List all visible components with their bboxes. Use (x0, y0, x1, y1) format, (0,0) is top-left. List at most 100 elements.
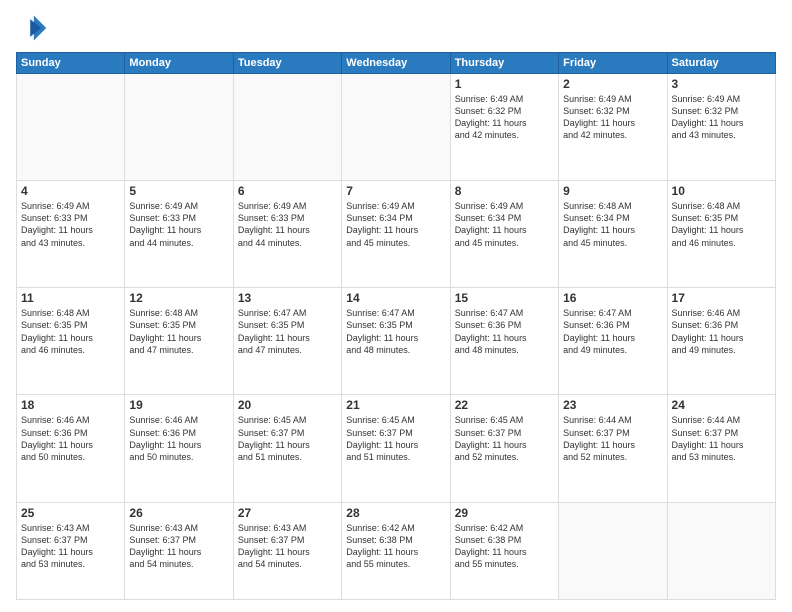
day-info: Sunrise: 6:45 AM Sunset: 6:37 PM Dayligh… (455, 414, 554, 463)
day-info: Sunrise: 6:48 AM Sunset: 6:34 PM Dayligh… (563, 200, 662, 249)
calendar-cell: 6Sunrise: 6:49 AM Sunset: 6:33 PM Daylig… (233, 181, 341, 288)
calendar-cell: 17 Sunrise: 6:46 AM Sunset: 6:36 PM Dayli… (667, 288, 775, 395)
logo (16, 12, 52, 44)
day-info: Sunrise: 6:47 AM Sunset: 6:35 PM Dayligh… (346, 307, 445, 356)
calendar-cell: 28 Sunrise: 6:42 AM Sunset: 6:38 PM Dayli… (342, 502, 450, 599)
calendar-cell: 18Sunrise: 6:46 AM Sunset: 6:36 PM Dayli… (17, 395, 125, 502)
day-number: 22 (455, 398, 554, 412)
day-info: Sunrise: 6:46 AM Sunset: 6:36 PM Dayligh… (129, 414, 228, 463)
day-number: 23 (563, 398, 662, 412)
day-number: 18 (21, 398, 120, 412)
calendar-cell: 3Sunrise: 6:49 AM Sunset: 6:32 PM Daylig… (667, 74, 775, 181)
day-number: 26 (129, 506, 228, 520)
day-number: 20 (238, 398, 337, 412)
calendar-week-row: 25 Sunrise: 6:43 AM Sunset: 6:37 PM Dayli… (17, 502, 776, 599)
calendar-cell: 15 Sunrise: 6:47 AM Sunset: 6:36 PM Dayli… (450, 288, 558, 395)
day-info: Sunrise: 6:43 AM Sunset: 6:37 PM Dayligh… (21, 522, 120, 571)
calendar-cell: 24 Sunrise: 6:44 AM Sunset: 6:37 PM Dayli… (667, 395, 775, 502)
calendar-cell (233, 74, 341, 181)
day-number: 25 (21, 506, 120, 520)
day-info: Sunrise: 6:42 AM Sunset: 6:38 PM Dayligh… (346, 522, 445, 571)
calendar-cell: 10 Sunrise: 6:48 AM Sunset: 6:35 PM Dayli… (667, 181, 775, 288)
day-info: Sunrise: 6:49 AM Sunset: 6:33 PM Dayligh… (238, 200, 337, 249)
day-number: 4 (21, 184, 120, 198)
day-number: 16 (563, 291, 662, 305)
day-info: Sunrise: 6:48 AM Sunset: 6:35 PM Dayligh… (672, 200, 771, 249)
day-number: 10 (672, 184, 771, 198)
calendar-cell: 7 Sunrise: 6:49 AM Sunset: 6:34 PM Daylig… (342, 181, 450, 288)
day-number: 11 (21, 291, 120, 305)
day-number: 1 (455, 77, 554, 91)
calendar-cell: 26 Sunrise: 6:43 AM Sunset: 6:37 PM Dayli… (125, 502, 233, 599)
calendar-cell: 13 Sunrise: 6:47 AM Sunset: 6:35 PM Dayli… (233, 288, 341, 395)
calendar-cell: 1 Sunrise: 6:49 AM Sunset: 6:32 PM Daylig… (450, 74, 558, 181)
calendar-cell (125, 74, 233, 181)
day-number: 24 (672, 398, 771, 412)
calendar-cell: 25 Sunrise: 6:43 AM Sunset: 6:37 PM Dayli… (17, 502, 125, 599)
day-info: Sunrise: 6:47 AM Sunset: 6:36 PM Dayligh… (455, 307, 554, 356)
calendar-cell (17, 74, 125, 181)
calendar-week-row: 11 Sunrise: 6:48 AM Sunset: 6:35 PM Dayli… (17, 288, 776, 395)
day-number: 15 (455, 291, 554, 305)
day-info: Sunrise: 6:49 AM Sunset: 6:34 PM Dayligh… (346, 200, 445, 249)
calendar-cell: 19Sunrise: 6:46 AM Sunset: 6:36 PM Dayli… (125, 395, 233, 502)
calendar-cell: 12 Sunrise: 6:48 AM Sunset: 6:35 PM Dayli… (125, 288, 233, 395)
day-info: Sunrise: 6:43 AM Sunset: 6:37 PM Dayligh… (238, 522, 337, 571)
page: SundayMondayTuesdayWednesdayThursdayFrid… (0, 0, 792, 612)
day-info: Sunrise: 6:49 AM Sunset: 6:33 PM Dayligh… (21, 200, 120, 249)
day-info: Sunrise: 6:44 AM Sunset: 6:37 PM Dayligh… (672, 414, 771, 463)
day-info: Sunrise: 6:43 AM Sunset: 6:37 PM Dayligh… (129, 522, 228, 571)
day-number: 9 (563, 184, 662, 198)
day-number: 13 (238, 291, 337, 305)
weekday-header-monday: Monday (125, 53, 233, 74)
calendar-header-row: SundayMondayTuesdayWednesdayThursdayFrid… (17, 53, 776, 74)
calendar-cell: 16Sunrise: 6:47 AM Sunset: 6:36 PM Dayli… (559, 288, 667, 395)
calendar-cell: 21 Sunrise: 6:45 AM Sunset: 6:37 PM Dayli… (342, 395, 450, 502)
calendar-cell: 4 Sunrise: 6:49 AM Sunset: 6:33 PM Daylig… (17, 181, 125, 288)
calendar-cell (342, 74, 450, 181)
calendar-cell: 8 Sunrise: 6:49 AM Sunset: 6:34 PM Daylig… (450, 181, 558, 288)
day-info: Sunrise: 6:45 AM Sunset: 6:37 PM Dayligh… (346, 414, 445, 463)
calendar-cell: 2 Sunrise: 6:49 AM Sunset: 6:32 PM Daylig… (559, 74, 667, 181)
day-number: 28 (346, 506, 445, 520)
day-number: 7 (346, 184, 445, 198)
calendar-week-row: 1 Sunrise: 6:49 AM Sunset: 6:32 PM Daylig… (17, 74, 776, 181)
calendar-week-row: 18 Sunrise: 6:46 AM Sunset: 6:36 PM Dayli… (17, 395, 776, 502)
day-number: 27 (238, 506, 337, 520)
day-info: Sunrise: 6:48 AM Sunset: 6:35 PM Dayligh… (21, 307, 120, 356)
weekday-header-saturday: Saturday (667, 53, 775, 74)
calendar-table: SundayMondayTuesdayWednesdayThursdayFrid… (16, 52, 776, 600)
day-info: Sunrise: 6:47 AM Sunset: 6:35 PM Dayligh… (238, 307, 337, 356)
weekday-header-tuesday: Tuesday (233, 53, 341, 74)
calendar-cell: 11 Sunrise: 6:48 AM Sunset: 6:35 PM Dayli… (17, 288, 125, 395)
day-number: 14 (346, 291, 445, 305)
calendar-cell: 23Sunrise: 6:44 AM Sunset: 6:37 PM Dayli… (559, 395, 667, 502)
weekday-header-wednesday: Wednesday (342, 53, 450, 74)
day-info: Sunrise: 6:49 AM Sunset: 6:33 PM Dayligh… (129, 200, 228, 249)
day-info: Sunrise: 6:49 AM Sunset: 6:32 PM Dayligh… (563, 93, 662, 142)
weekday-header-friday: Friday (559, 53, 667, 74)
weekday-header-sunday: Sunday (17, 53, 125, 74)
day-number: 5 (129, 184, 228, 198)
day-number: 2 (563, 77, 662, 91)
day-number: 17 (672, 291, 771, 305)
calendar-cell: 14 Sunrise: 6:47 AM Sunset: 6:35 PM Dayli… (342, 288, 450, 395)
calendar-cell: 22 Sunrise: 6:45 AM Sunset: 6:37 PM Dayli… (450, 395, 558, 502)
calendar-cell: 20Sunrise: 6:45 AM Sunset: 6:37 PM Dayli… (233, 395, 341, 502)
day-info: Sunrise: 6:46 AM Sunset: 6:36 PM Dayligh… (672, 307, 771, 356)
calendar-cell: 27 Sunrise: 6:43 AM Sunset: 6:37 PM Dayli… (233, 502, 341, 599)
day-info: Sunrise: 6:49 AM Sunset: 6:34 PM Dayligh… (455, 200, 554, 249)
day-number: 8 (455, 184, 554, 198)
day-info: Sunrise: 6:49 AM Sunset: 6:32 PM Dayligh… (455, 93, 554, 142)
logo-icon (16, 12, 48, 44)
day-number: 29 (455, 506, 554, 520)
day-number: 21 (346, 398, 445, 412)
calendar-cell: 29 Sunrise: 6:42 AM Sunset: 6:38 PM Dayli… (450, 502, 558, 599)
calendar-cell (559, 502, 667, 599)
day-info: Sunrise: 6:48 AM Sunset: 6:35 PM Dayligh… (129, 307, 228, 356)
day-number: 12 (129, 291, 228, 305)
calendar-cell: 9 Sunrise: 6:48 AM Sunset: 6:34 PM Daylig… (559, 181, 667, 288)
day-info: Sunrise: 6:49 AM Sunset: 6:32 PM Dayligh… (672, 93, 771, 142)
calendar-cell (667, 502, 775, 599)
day-info: Sunrise: 6:42 AM Sunset: 6:38 PM Dayligh… (455, 522, 554, 571)
